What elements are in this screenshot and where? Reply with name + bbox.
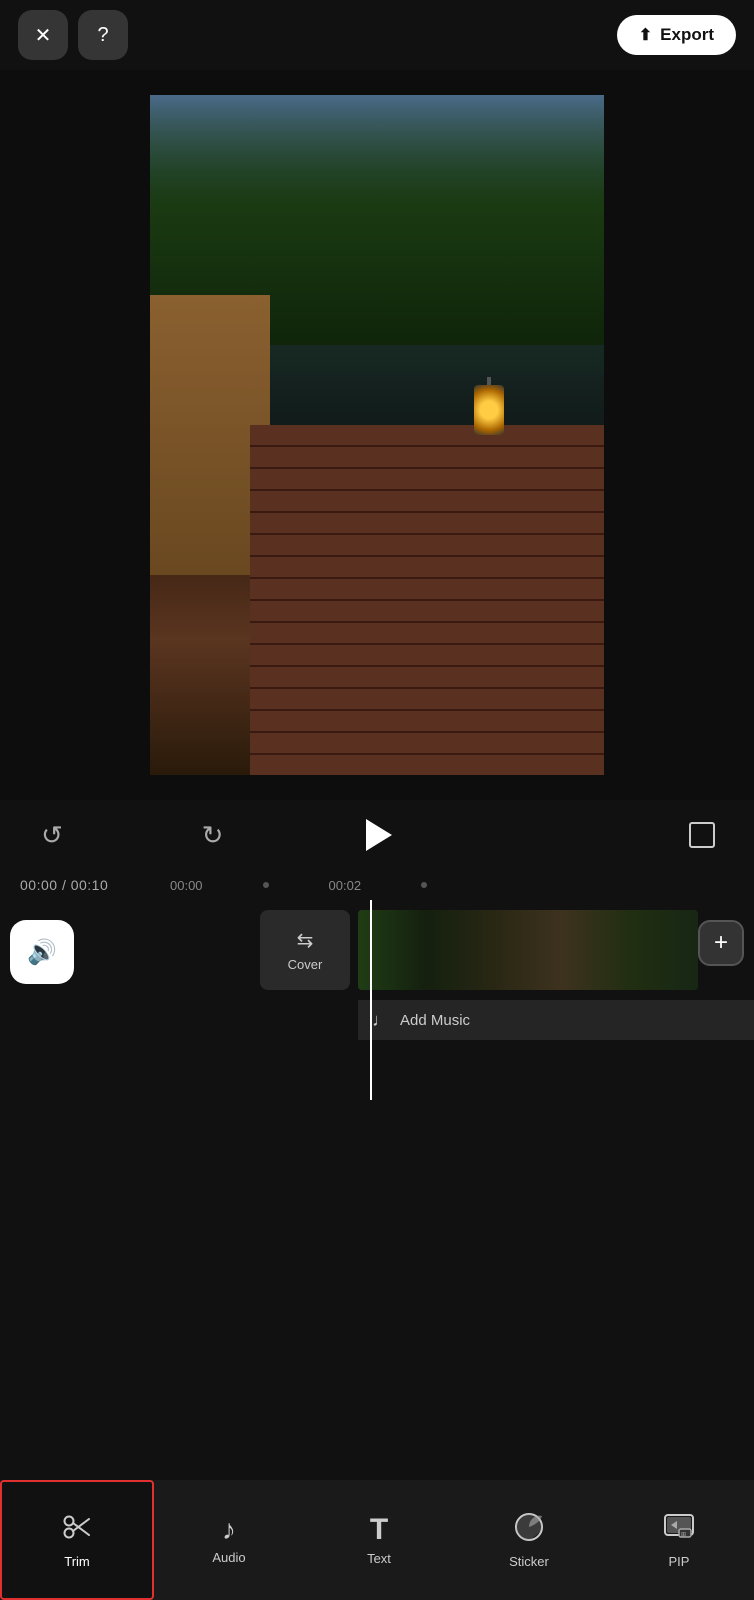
video-preview (0, 70, 754, 800)
add-icon: + (714, 929, 728, 957)
help-icon: ? (97, 24, 108, 47)
timeline-bar: 00:00 / 00:10 00:00 00:02 (0, 870, 754, 900)
redo-button[interactable]: ↻ (191, 813, 235, 857)
scene-wall (250, 425, 604, 775)
cover-thumbnail[interactable]: ⇆ Cover (260, 910, 350, 990)
play-icon (366, 819, 392, 851)
timeline-track: 🔊 ⇆ Cover + ♩ Add Music (0, 900, 754, 1100)
sticker-icon (513, 1511, 545, 1548)
controls-bar: ↺ ↻ (0, 800, 754, 870)
export-button[interactable]: ⬆ Export (617, 15, 736, 55)
fullscreen-icon (689, 822, 715, 848)
sticker-tool-button[interactable]: Sticker (454, 1480, 604, 1600)
trim-label: Trim (64, 1554, 90, 1569)
add-clip-button[interactable]: + (698, 920, 744, 966)
audio-label: Audio (212, 1550, 245, 1565)
time-current: 00:00 / 00:10 (20, 877, 108, 893)
export-label: Export (660, 25, 714, 45)
add-music-row[interactable]: ♩ Add Music (358, 1000, 754, 1040)
playhead (370, 900, 372, 1100)
undo-button[interactable]: ↺ (30, 813, 74, 857)
text-icon: T (370, 1515, 388, 1545)
audio-volume-button[interactable]: 🔊 (10, 920, 74, 984)
audio-tool-button[interactable]: ♪ Audio (154, 1480, 304, 1600)
video-strip-inner (358, 910, 698, 990)
close-button[interactable]: ✕ (18, 10, 68, 60)
cover-swap-icon: ⇆ (297, 928, 314, 953)
top-bar-left: ✕ ? (18, 10, 128, 60)
pip-label: PIP (669, 1554, 690, 1569)
video-strip[interactable] (358, 910, 698, 990)
fullscreen-button[interactable] (680, 813, 724, 857)
marker-dot-2 (421, 882, 427, 888)
timeline-markers: 00:00 00:02 (170, 878, 734, 893)
trim-icon (61, 1511, 93, 1548)
cover-label: Cover (288, 957, 323, 972)
sticker-label: Sticker (509, 1554, 549, 1569)
pip-tool-button[interactable]: ⊞ PIP (604, 1480, 754, 1600)
bottom-toolbar: Trim ♪ Audio T Text Sticker ⊞ (0, 1480, 754, 1600)
marker-0: 00:00 (170, 878, 203, 893)
help-button[interactable]: ? (78, 10, 128, 60)
play-button[interactable] (351, 809, 403, 861)
undo-icon: ↺ (41, 820, 63, 851)
text-label: Text (367, 1551, 391, 1566)
video-thumbnail (150, 95, 604, 775)
trim-tool-button[interactable]: Trim (0, 1480, 154, 1600)
marker-2: 00:02 (329, 878, 362, 893)
music-icon: ♩ (372, 1010, 390, 1031)
text-tool-button[interactable]: T Text (304, 1480, 454, 1600)
redo-icon: ↻ (202, 820, 224, 851)
close-icon: ✕ (35, 23, 52, 48)
audio-icon: ♪ (222, 1516, 236, 1544)
marker-dot-1 (263, 882, 269, 888)
export-icon: ⬆ (639, 25, 652, 45)
svg-text:⊞: ⊞ (681, 1532, 686, 1538)
scene-lantern (474, 385, 504, 435)
pip-icon: ⊞ (663, 1511, 695, 1548)
volume-icon: 🔊 (27, 938, 57, 967)
top-bar: ✕ ? ⬆ Export (0, 0, 754, 70)
add-music-label: Add Music (400, 1012, 470, 1029)
